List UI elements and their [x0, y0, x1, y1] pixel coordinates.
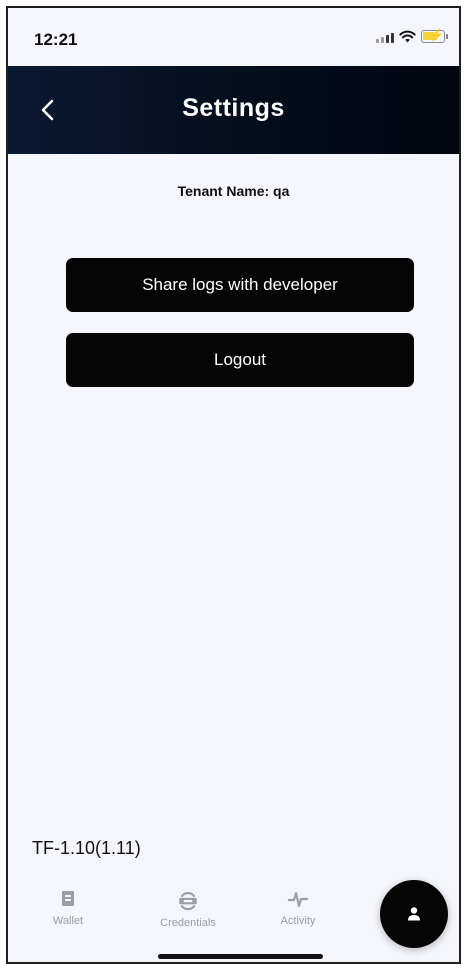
battery-icon: ⚡: [421, 28, 448, 43]
wifi-icon: [399, 30, 416, 43]
phone-screen: 12:21 ⚡ Settings Tenant Name: qa Share l…: [6, 6, 461, 964]
wallet-icon: [62, 891, 74, 906]
status-time: 12:21: [34, 30, 78, 49]
credentials-icon: [179, 892, 197, 911]
tab-credentials-label: Credentials: [160, 917, 216, 929]
tab-wallet[interactable]: Wallet: [28, 887, 108, 927]
tab-credentials[interactable]: Credentials: [148, 887, 228, 929]
signal-icon: [376, 31, 394, 43]
tab-wallet-label: Wallet: [52, 915, 84, 927]
profile-icon: [408, 907, 420, 921]
app-header: Settings: [8, 66, 459, 154]
logout-button[interactable]: Logout: [66, 333, 414, 387]
share-logs-button[interactable]: Share logs with developer: [66, 258, 414, 312]
tenant-name-label: Tenant Name: qa: [177, 183, 290, 199]
app-version: TF-1.10(1.11): [32, 838, 141, 858]
status-icons: ⚡: [376, 28, 448, 43]
activity-icon: [287, 891, 309, 908]
profile-button[interactable]: [380, 880, 448, 948]
home-indicator: [158, 954, 323, 959]
tab-activity[interactable]: Activity: [258, 887, 338, 927]
tab-activity-label: Activity: [280, 915, 316, 927]
status-bar: 12:21 ⚡: [8, 8, 459, 68]
page-title: Settings: [182, 94, 285, 122]
